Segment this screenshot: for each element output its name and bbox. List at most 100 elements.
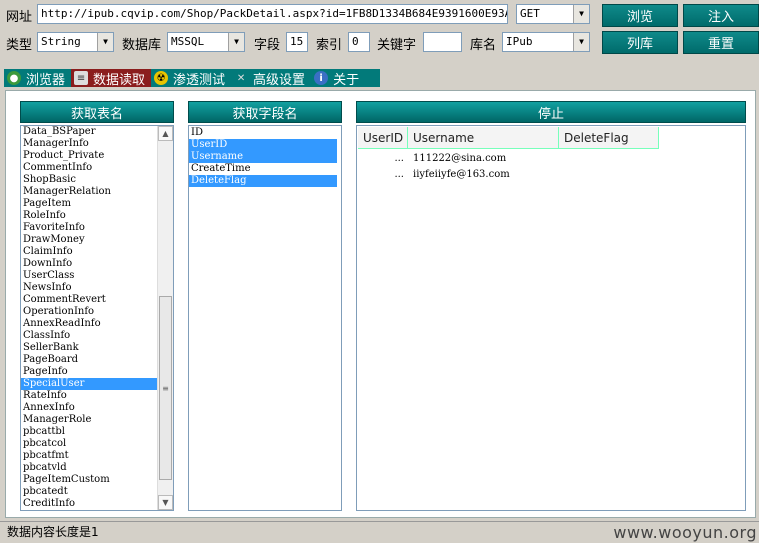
table-item[interactable]: PageItem xyxy=(21,198,157,210)
table-cell: ... xyxy=(394,169,404,180)
tables-scrollbar[interactable]: ▲ ≡ ▼ xyxy=(157,126,173,510)
table-cell xyxy=(559,169,659,180)
tab-browser[interactable]: ● 浏览器 xyxy=(4,69,71,88)
dbname-label: 库名 xyxy=(470,38,497,53)
field-item[interactable]: Username xyxy=(189,151,337,163)
table-item[interactable]: ManagerInfo xyxy=(21,138,157,150)
table-item[interactable]: DownInfo xyxy=(21,258,157,270)
table-item[interactable]: pbcattbl xyxy=(21,426,157,438)
radiation-icon: ☢ xyxy=(154,71,169,85)
tab-pentest[interactable]: ☢ 渗透测试 xyxy=(151,69,231,88)
table-item[interactable]: RateInfo xyxy=(21,390,157,402)
tab-advanced[interactable]: ✕ 高级设置 xyxy=(231,69,311,88)
table-cell: 111222@sina.com xyxy=(413,153,507,164)
tools-icon: ✕ xyxy=(236,72,246,84)
get-fields-button[interactable]: 获取字段名 xyxy=(188,101,342,123)
browse-button[interactable]: 浏览 xyxy=(602,4,678,27)
fields-list[interactable]: ID UserID Username CreateTime DeleteFlag xyxy=(188,125,342,511)
table-item[interactable]: CommentRevert xyxy=(21,294,157,306)
db-label: 数据库 xyxy=(122,38,162,53)
table-item[interactable]: PageItemCustom xyxy=(21,474,157,486)
table-cell: iiyfeiiyfe@163.com xyxy=(413,169,510,180)
field-item[interactable]: CreateTime xyxy=(189,163,337,175)
table-item[interactable]: OperationInfo xyxy=(21,306,157,318)
table-item[interactable]: ShopBasic xyxy=(21,174,157,186)
table-item[interactable]: ManagerRelation xyxy=(21,186,157,198)
table-item[interactable]: AnnexInfo xyxy=(21,402,157,414)
field-item[interactable]: DeleteFlag xyxy=(189,175,337,187)
chevron-down-icon[interactable]: ▼ xyxy=(228,33,244,51)
table-item[interactable]: RoleInfo xyxy=(21,210,157,222)
field-item[interactable]: ID xyxy=(189,127,337,139)
table-item[interactable]: ClaimInfo xyxy=(21,246,157,258)
table-item[interactable]: NewsInfo xyxy=(21,282,157,294)
tab-data-read[interactable]: ≡ 数据读取 xyxy=(71,69,152,88)
db-value: MSSQL xyxy=(171,35,205,48)
table-item[interactable]: Data_BSPaper xyxy=(21,126,157,138)
table-item[interactable]: ManagerRole xyxy=(21,414,157,426)
table-row[interactable]: ... 111222@sina.com xyxy=(358,153,659,164)
tab-label: 数据读取 xyxy=(93,72,146,88)
grid-header: UserID Username DeleteFlag xyxy=(358,127,659,149)
table-item[interactable]: pbcatfmt xyxy=(21,450,157,462)
index-input[interactable]: 0 xyxy=(348,32,370,52)
table-item[interactable]: pbcatcol xyxy=(21,438,157,450)
url-input[interactable]: http://ipub.cqvip.com/Shop/PackDetail.as… xyxy=(37,4,508,24)
tab-bar: ● 浏览器 ≡ 数据读取 ☢ 渗透测试 ✕ 高级设置 i 关于 xyxy=(4,69,380,88)
field-label: 字段 xyxy=(254,38,281,53)
type-value: String xyxy=(41,35,81,48)
table-item[interactable]: SpecialUser xyxy=(21,378,157,390)
table-item[interactable]: ClassInfo xyxy=(21,330,157,342)
method-select[interactable]: GET ▼ xyxy=(516,4,590,24)
tab-label: 渗透测试 xyxy=(173,72,226,88)
dbname-value: IPub xyxy=(506,35,533,48)
db-select[interactable]: MSSQL ▼ xyxy=(167,32,245,52)
table-item[interactable]: AnnexReadInfo xyxy=(21,318,157,330)
url-label: 网址 xyxy=(6,10,33,25)
data-grid[interactable]: UserID Username DeleteFlag ... 111222@sin… xyxy=(356,125,746,511)
table-item[interactable]: pbcatvld xyxy=(21,462,157,474)
table-item[interactable]: CreditInfo xyxy=(21,498,157,510)
table-item[interactable]: UserClass xyxy=(21,270,157,282)
table-item[interactable]: PageBoard xyxy=(21,354,157,366)
column-header[interactable]: Username xyxy=(408,127,559,149)
tab-label: 浏览器 xyxy=(26,72,66,88)
scroll-thumb[interactable]: ≡ xyxy=(159,296,172,480)
get-tables-button[interactable]: 获取表名 xyxy=(20,101,174,123)
type-select[interactable]: String ▼ xyxy=(37,32,114,52)
watermark: www.wooyun.org xyxy=(613,523,757,542)
tab-label: 高级设置 xyxy=(253,72,306,88)
tables-list[interactable]: Data_BSPaper ManagerInfo Product_Private Co… xyxy=(20,125,174,511)
table-item[interactable]: Product_Private xyxy=(21,150,157,162)
column-header[interactable]: UserID xyxy=(358,127,408,149)
list-db-button[interactable]: 列库 xyxy=(602,31,678,54)
dbname-select[interactable]: IPub ▼ xyxy=(502,32,590,52)
inject-button[interactable]: 注入 xyxy=(683,4,759,27)
table-item[interactable]: CommentInfo xyxy=(21,162,157,174)
table-row[interactable]: ... iiyfeiiyfe@163.com xyxy=(358,169,659,180)
keyword-input[interactable] xyxy=(423,32,462,52)
database-icon: ≡ xyxy=(74,71,89,85)
table-item[interactable]: PageInfo xyxy=(21,366,157,378)
column-header[interactable]: DeleteFlag xyxy=(559,127,659,149)
info-icon: i xyxy=(314,71,329,85)
scroll-down-icon[interactable]: ▼ xyxy=(158,495,173,510)
table-item[interactable]: FavoriteInfo xyxy=(21,222,157,234)
scroll-up-icon[interactable]: ▲ xyxy=(158,126,173,141)
table-item[interactable]: SellerBank xyxy=(21,342,157,354)
chevron-down-icon[interactable]: ▼ xyxy=(573,33,589,51)
tab-about[interactable]: i 关于 xyxy=(311,69,365,88)
table-item[interactable]: DrawMoney xyxy=(21,234,157,246)
reset-button[interactable]: 重置 xyxy=(683,31,759,54)
globe-icon: ● xyxy=(7,71,21,85)
stop-button[interactable]: 停止 xyxy=(356,101,746,123)
table-cell: ... xyxy=(394,153,404,164)
table-item[interactable]: pbcatedt xyxy=(21,486,157,498)
field-item[interactable]: UserID xyxy=(189,139,337,151)
method-value: GET xyxy=(520,7,540,20)
chevron-down-icon[interactable]: ▼ xyxy=(97,33,113,51)
chevron-down-icon[interactable]: ▼ xyxy=(573,5,589,23)
field-count-input[interactable]: 15 xyxy=(286,32,308,52)
index-label: 索引 xyxy=(316,38,343,53)
keyword-label: 关键字 xyxy=(377,38,417,53)
